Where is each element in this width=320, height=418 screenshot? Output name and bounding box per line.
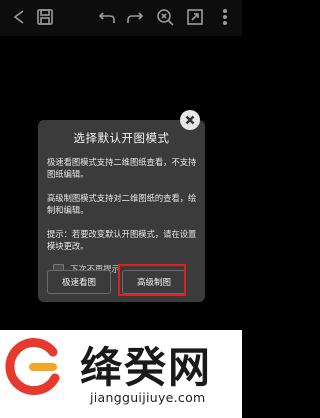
watermark-name: 绛癸网 xyxy=(80,343,213,392)
fast-mode-description: 极速看图模式支持二维图纸查看，不支持图纸编辑。 xyxy=(47,157,197,179)
zoom-icon[interactable] xyxy=(154,6,176,28)
watermark: 绛癸网 jiangguijiuye.com xyxy=(0,330,242,418)
more-icon[interactable] xyxy=(214,6,236,28)
watermark-url: jiangguijiuye.com xyxy=(90,390,206,405)
fast-view-button[interactable]: 极速看图 xyxy=(47,270,111,294)
advanced-mode-description: 高级制图模式支持对二维图纸的查看，绘制和编辑。 xyxy=(47,193,197,215)
redo-icon[interactable] xyxy=(124,6,146,28)
dialog-title: 选择默认开图模式 xyxy=(73,131,170,145)
watermark-logo-icon xyxy=(5,338,60,395)
back-icon[interactable] xyxy=(8,6,30,28)
toolbar xyxy=(0,0,242,36)
close-icon[interactable] xyxy=(180,110,200,130)
save-icon[interactable] xyxy=(34,6,56,28)
fullscreen-icon[interactable] xyxy=(184,6,206,28)
highlight-box xyxy=(118,264,186,296)
undo-icon[interactable] xyxy=(96,6,118,28)
tip-text: 提示：若要改变默认开图模式，请在设置模块更改。 xyxy=(47,229,197,251)
